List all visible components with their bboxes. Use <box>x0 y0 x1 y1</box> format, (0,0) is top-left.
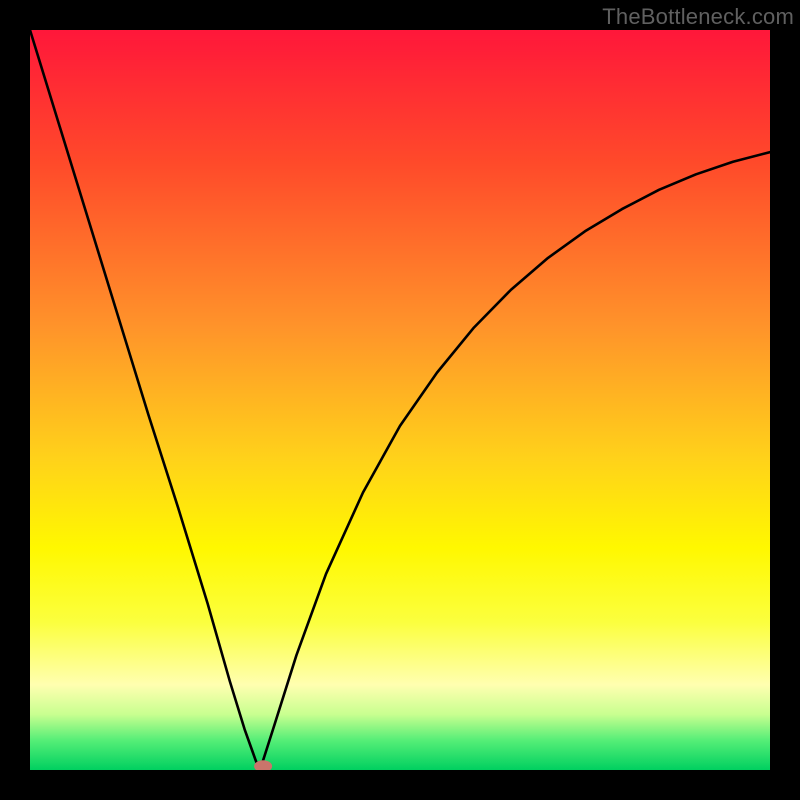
plot-area <box>30 30 770 770</box>
bottleneck-chart <box>30 30 770 770</box>
chart-frame: TheBottleneck.com <box>0 0 800 800</box>
watermark-text: TheBottleneck.com <box>602 4 794 30</box>
gradient-background <box>30 30 770 770</box>
